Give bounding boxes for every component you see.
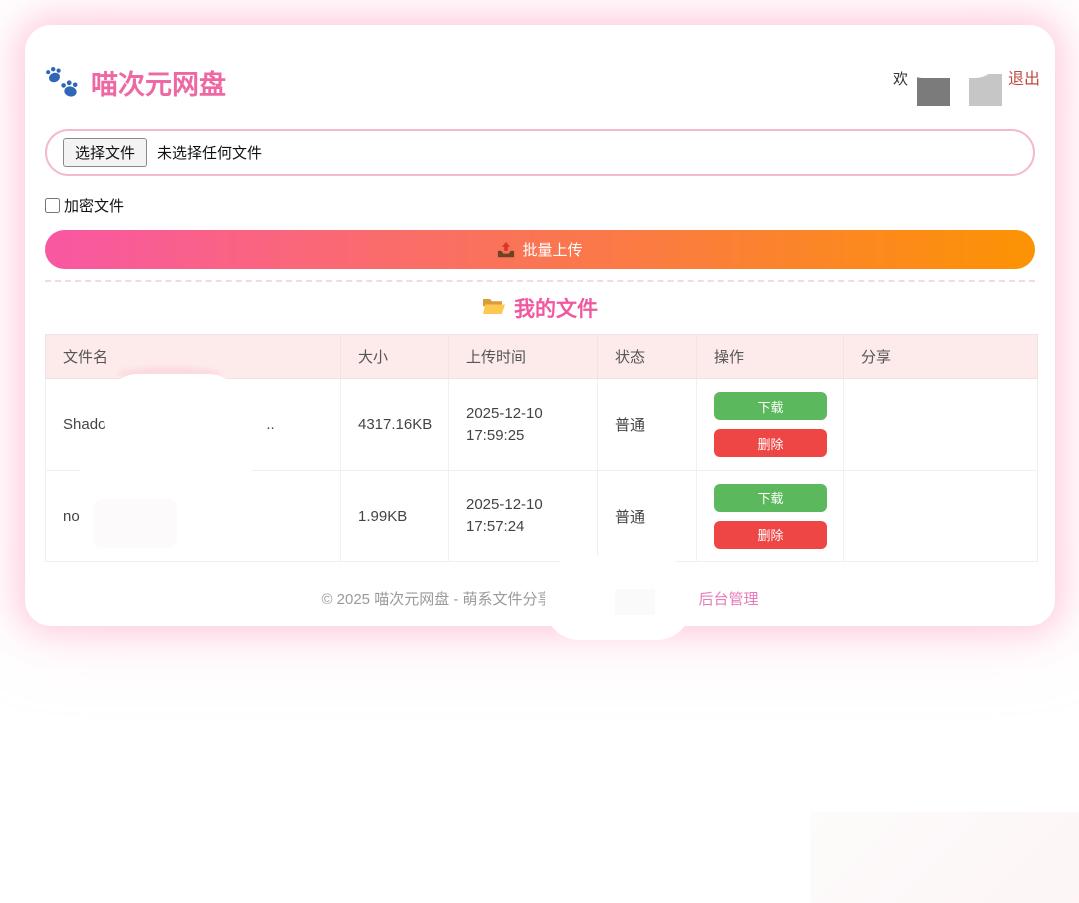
cell-size: 4317.16KB xyxy=(341,379,449,471)
cell-status: 普通 xyxy=(598,471,697,562)
brand: 喵次元网盘 xyxy=(45,65,226,104)
redaction-blob xyxy=(104,374,242,454)
page: 喵次元网盘 欢 退出 选择文件 未选择任何文件 加密文件 xyxy=(0,0,1079,903)
cell-status: 普通 xyxy=(598,379,697,471)
cell-actions: 下载 删除 xyxy=(697,379,844,471)
file-input-status-text: 未选择任何文件 xyxy=(157,142,262,163)
cell-size: 1.99KB xyxy=(341,471,449,562)
download-button[interactable]: 下载 xyxy=(714,484,827,512)
col-header-actions: 操作 xyxy=(697,335,844,379)
delete-button[interactable]: 删除 xyxy=(714,521,827,549)
open-folder-icon xyxy=(482,296,506,324)
batch-upload-label: 批量上传 xyxy=(522,239,582,260)
paw-prints-icon xyxy=(45,65,81,104)
cell-share xyxy=(844,379,1038,471)
filename-text: Shado xyxy=(63,416,106,433)
redacted-username-block xyxy=(969,74,1002,106)
files-section-heading: 我的文件 xyxy=(25,296,1055,324)
col-header-share: 分享 xyxy=(844,335,1038,379)
redaction-blob xyxy=(615,589,655,615)
main-card: 喵次元网盘 欢 退出 选择文件 未选择任何文件 加密文件 xyxy=(25,25,1055,626)
col-header-status: 状态 xyxy=(598,335,697,379)
cell-share xyxy=(844,471,1038,562)
choose-file-button[interactable]: 选择文件 xyxy=(63,138,147,167)
download-button[interactable]: 下载 xyxy=(714,392,827,420)
encrypt-checkbox[interactable] xyxy=(45,198,60,213)
card-footer: © 2025 喵次元网盘 - 萌系文件分享 后台管理 xyxy=(25,588,1055,609)
encrypt-label: 加密文件 xyxy=(64,195,124,216)
encrypt-row: 加密文件 xyxy=(45,195,1035,216)
copyright-text: © 2025 喵次元网盘 - 萌系文件分享 xyxy=(321,588,552,609)
logout-link[interactable]: 退出 xyxy=(1008,70,1040,90)
dashed-divider xyxy=(45,280,1035,282)
delete-button[interactable]: 删除 xyxy=(714,429,827,457)
redaction-blob xyxy=(810,812,1079,903)
cell-upload-time: 2025-12-10 17:59:25 xyxy=(449,379,598,471)
redacted-username-block xyxy=(917,74,950,106)
welcome-text: 欢 xyxy=(893,70,908,90)
cell-actions: 下载 删除 xyxy=(697,471,844,562)
page-title: 喵次元网盘 xyxy=(91,68,226,102)
batch-upload-button[interactable]: 批量上传 xyxy=(45,230,1035,269)
outbox-tray-icon xyxy=(497,241,515,259)
cell-upload-time: 2025-12-10 17:57:24 xyxy=(449,471,598,562)
files-heading-label: 我的文件 xyxy=(514,296,598,324)
file-input-zone: 选择文件 未选择任何文件 xyxy=(45,129,1035,176)
redaction-blob xyxy=(898,28,1000,78)
col-header-upload-time: 上传时间 xyxy=(449,335,598,379)
filename-text: no xyxy=(63,508,80,525)
redaction-blob xyxy=(93,499,177,548)
admin-link-label: 后台管理 xyxy=(699,588,759,609)
filename-text-tail: .. xyxy=(266,416,274,433)
col-header-size: 大小 xyxy=(341,335,449,379)
